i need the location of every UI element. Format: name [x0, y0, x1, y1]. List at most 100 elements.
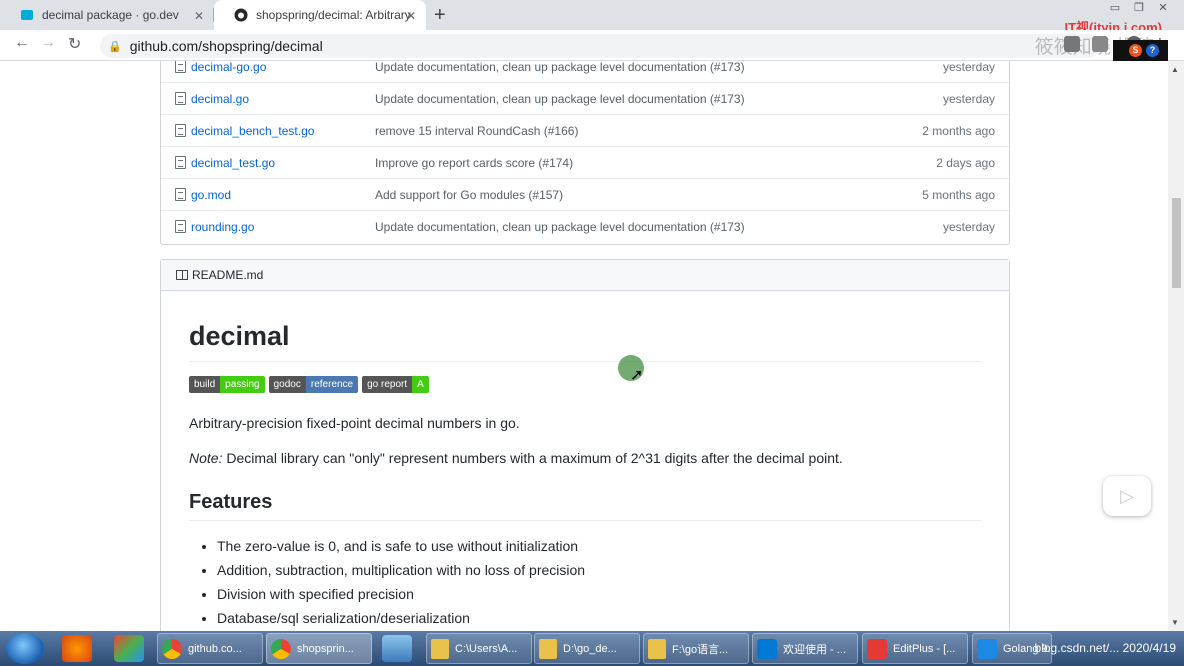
divider	[189, 520, 981, 521]
vscode-icon	[757, 638, 777, 659]
git-icon[interactable]	[114, 635, 144, 662]
file-name-link[interactable]: decimal_test.go	[191, 156, 275, 170]
close-icon[interactable]: ✕	[194, 9, 204, 23]
badge-label: godoc	[268, 376, 306, 393]
window-close-icon[interactable]: ✕	[1152, 0, 1174, 16]
commit-message-link[interactable]: Update documentation, clean up package l…	[375, 92, 745, 106]
file-name-link[interactable]: decimal-go.go	[191, 61, 266, 74]
tab-github[interactable]: shopspring/decimal: Arbitrary ✕	[214, 0, 426, 30]
file-row[interactable]: rounding.go Update documentation, clean …	[161, 210, 1009, 242]
taskbar-item-label: github.co...	[188, 642, 242, 655]
godev-favicon-icon	[20, 8, 34, 22]
badge-label: build	[189, 376, 221, 393]
commit-message-link[interactable]: Update documentation, clean up package l…	[375, 61, 745, 74]
taskbar-item-label: F:\go语言...	[672, 643, 729, 656]
file-row[interactable]: decimal_bench_test.go remove 15 interval…	[161, 114, 1009, 146]
new-tab-button[interactable]: +	[434, 4, 446, 27]
readme-panel: README.md decimal build passing godoc re…	[160, 259, 1010, 631]
play-button[interactable]: ▷	[1103, 476, 1151, 516]
taskbar-item[interactable]: C:\Users\A...	[426, 633, 532, 664]
file-row[interactable]: go.mod Add support for Go modules (#157)…	[161, 178, 1009, 210]
scrollbar-thumb[interactable]	[1172, 198, 1181, 288]
chrome-icon	[162, 638, 182, 659]
book-icon	[176, 270, 188, 280]
commit-message-link[interactable]: Add support for Go modules (#157)	[375, 188, 563, 202]
file-name-link[interactable]: decimal_bench_test.go	[191, 124, 314, 138]
list-item: Database/sql serialization/deserializati…	[217, 610, 585, 631]
taskbar-item[interactable]: EditPlus - [...	[862, 633, 968, 664]
taskbar-item[interactable]: D:\go_de...	[534, 633, 640, 664]
commit-message-link[interactable]: remove 15 interval RoundCash (#166)	[375, 124, 578, 138]
build-badge[interactable]: build passing	[189, 376, 265, 393]
taskbar-item[interactable]: shopsprin...	[266, 633, 372, 664]
folder-icon	[648, 638, 666, 659]
taskbar-item[interactable]: github.co...	[157, 633, 263, 664]
close-icon[interactable]: ✕	[406, 9, 416, 23]
file-name-link[interactable]: decimal.go	[191, 92, 249, 106]
firefox-icon[interactable]	[62, 635, 92, 662]
godoc-badge[interactable]: godoc reference	[268, 376, 359, 393]
help-icon[interactable]: ?	[1146, 44, 1159, 57]
taskbar-item-label: 欢迎使用 - ...	[783, 643, 846, 656]
notepad-icon[interactable]	[382, 635, 412, 662]
address-text: github.com/shopspring/decimal	[129, 38, 323, 54]
folder-icon	[539, 638, 557, 659]
sogou-icon[interactable]: S	[1129, 44, 1142, 57]
taskbar: github.co... shopsprin... C:\Users\A... …	[0, 631, 1184, 666]
commit-age: yesterday	[942, 219, 995, 234]
note-label: Note:	[189, 450, 223, 466]
go-report-badge[interactable]: go report A	[362, 376, 429, 393]
tab-title: decimal package · go.dev	[42, 8, 179, 22]
commit-age: yesterday	[942, 61, 995, 74]
file-row[interactable]: decimal_test.go Improve go report cards …	[161, 146, 1009, 178]
tab-strip: decimal package · go.dev ✕ shopspring/de…	[0, 0, 1184, 35]
minimize-icon[interactable]: ▭	[1104, 0, 1126, 16]
browser-toolbar: ← → ↻ 🔒 github.com/shopspring/decimal 筱筱…	[0, 30, 1184, 61]
file-icon	[175, 188, 186, 201]
mouse-cursor-icon: ➚	[630, 367, 644, 384]
scroll-up-icon[interactable]: ▲	[1171, 65, 1179, 74]
commit-message-link[interactable]: Improve go report cards score (#174)	[375, 156, 573, 170]
file-name-link[interactable]: rounding.go	[191, 220, 254, 234]
restore-icon[interactable]: ❐	[1128, 0, 1150, 16]
goland-icon	[977, 638, 997, 659]
list-item: Addition, subtraction, multiplication wi…	[217, 562, 585, 586]
taskbar-item[interactable]: F:\go语言...	[643, 633, 749, 664]
file-row[interactable]: decimal.go Update documentation, clean u…	[161, 82, 1009, 114]
page-scrollbar[interactable]: ▲ ▼	[1168, 61, 1184, 631]
helper-toolbar: S ?	[1113, 40, 1168, 61]
file-row[interactable]: decimal-go.go Update documentation, clea…	[161, 61, 1009, 82]
commit-age: 2 days ago	[936, 155, 995, 170]
chrome-icon	[271, 638, 291, 659]
taskbar-item-label: C:\Users\A...	[455, 642, 518, 655]
scroll-down-icon[interactable]: ▼	[1171, 618, 1179, 627]
intro-text: Arbitrary-precision fixed-point decimal …	[189, 415, 520, 431]
system-tray: blog.csdn.net/... 2020/4/19	[1034, 641, 1176, 655]
taskbar-item-label: D:\go_de...	[563, 642, 617, 655]
file-name-link[interactable]: go.mod	[191, 188, 231, 202]
address-bar[interactable]: 🔒 github.com/shopspring/decimal	[100, 34, 1100, 58]
file-icon	[175, 61, 186, 73]
reload-icon[interactable]: ↻	[68, 34, 81, 54]
page-content: decimal-go.go Update documentation, clea…	[0, 61, 1168, 631]
file-icon	[175, 220, 186, 233]
taskbar-item[interactable]: 欢迎使用 - ...	[752, 633, 858, 664]
start-button[interactable]	[6, 633, 44, 664]
readme-filename: README.md	[192, 268, 264, 282]
commit-age: yesterday	[942, 91, 995, 106]
taskbar-item-label: shopsprin...	[297, 642, 354, 655]
commit-age: 5 months ago	[922, 187, 995, 202]
commit-message-link[interactable]: Update documentation, clean up package l…	[375, 220, 745, 234]
translate-icon[interactable]	[1064, 36, 1080, 52]
file-icon	[175, 156, 186, 169]
back-icon[interactable]: ←	[14, 34, 30, 52]
extension-icon[interactable]	[1092, 36, 1108, 52]
list-item: The zero-value is 0, and is safe to use …	[217, 538, 585, 562]
taskbar-item-label: EditPlus - [...	[893, 642, 956, 655]
file-icon	[175, 92, 186, 105]
lock-icon: 🔒	[108, 40, 122, 53]
tab-godev[interactable]: decimal package · go.dev ✕	[0, 0, 214, 30]
github-icon	[234, 8, 248, 22]
play-icon: ▷	[1120, 485, 1134, 506]
forward-icon[interactable]: →	[40, 34, 56, 52]
